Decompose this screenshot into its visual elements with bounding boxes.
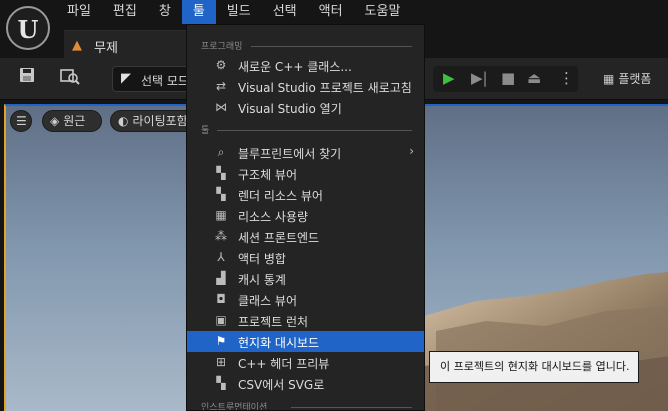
find-in-blueprint-icon: ⌕	[217, 145, 225, 159]
menu-item-new-cpp-class[interactable]: ⚙ 새로운 C++ 클래스...	[187, 55, 424, 76]
menu-item-merge-actors[interactable]: ⅄ 액터 병합	[187, 247, 424, 268]
cache-stats-icon: ▟	[216, 271, 226, 285]
menu-tools[interactable]: 툴	[181, 0, 216, 24]
section-programming: 프로그래밍	[187, 39, 424, 53]
menu-item-project-launcher[interactable]: ▣ 프로젝트 런처	[187, 310, 424, 331]
section-divider	[217, 130, 412, 131]
section-tools: 툴	[187, 123, 424, 137]
menu-item-class-viewer[interactable]: ◘ 클래스 뷰어	[187, 289, 424, 310]
tools-dropdown-menu: 프로그래밍 ⚙ 새로운 C++ 클래스... ⇄ Visual Studio 프…	[186, 24, 425, 411]
menu-item-refresh-vs-project[interactable]: ⇄ Visual Studio 프로젝트 새로고침	[187, 76, 424, 97]
menu-build[interactable]: 빌드	[216, 0, 262, 24]
lighting-pill[interactable]: ◐ 라이팅포함	[110, 110, 198, 132]
save-icon[interactable]	[16, 67, 38, 91]
mode-select-label: 선택 모드	[141, 74, 189, 88]
menu-bar: 파일 편집 창 툴 빌드 선택 액터 도움말	[56, 0, 411, 24]
menu-item-localization-dashboard[interactable]: ⚑ 현지화 대시보드	[187, 331, 424, 352]
menu-window[interactable]: 창	[148, 0, 182, 24]
menu-item-csv-to-svg[interactable]: ▚ CSV에서 SVG로	[187, 373, 424, 394]
menu-item-resource-usage[interactable]: ▦ 리소스 사용량	[187, 205, 424, 226]
play-icon[interactable]: ▶	[443, 69, 455, 87]
cube-icon: ◈	[50, 114, 60, 128]
refresh-project-icon: ⇄	[215, 79, 227, 93]
section-divider	[291, 407, 412, 408]
platforms-button[interactable]: ▦ 플랫폼	[603, 70, 651, 87]
platforms-label: 플랫폼	[618, 72, 652, 86]
hamburger-icon: ☰	[16, 114, 27, 128]
csv-to-svg-icon: ▚	[216, 376, 226, 390]
menu-item-open-visual-studio[interactable]: ⋈ Visual Studio 열기	[187, 97, 424, 118]
menu-item-render-resource-viewer[interactable]: ▚ 렌더 리소스 뷰어	[187, 184, 424, 205]
menu-file[interactable]: 파일	[56, 0, 102, 24]
header-preview-icon: ⊞	[215, 355, 227, 369]
menu-actor[interactable]: 액터	[308, 0, 354, 24]
session-frontend-icon: ⁂	[215, 229, 227, 243]
menu-item-session-frontend[interactable]: ⁂ 세션 프론트엔드	[187, 226, 424, 247]
project-launcher-icon: ▣	[215, 313, 227, 327]
select-mode-icon: ◤	[121, 71, 131, 86]
menu-edit[interactable]: 편집	[102, 0, 148, 24]
more-options-icon[interactable]: ⋮	[559, 69, 574, 87]
visual-studio-icon: ⋈	[215, 100, 227, 114]
localization-tooltip: 이 프로젝트의 현지화 대시보드를 엽니다.	[429, 351, 639, 383]
level-icon: ▲	[72, 38, 82, 53]
localization-flag-icon: ⚑	[215, 334, 227, 348]
step-icon[interactable]: ▶|	[471, 69, 488, 87]
stop-icon[interactable]: ■	[501, 69, 515, 87]
menu-item-cpp-header-preview[interactable]: ⊞ C++ 헤더 프리뷰	[187, 352, 424, 373]
perspective-pill[interactable]: ◈ 원근	[42, 110, 102, 132]
content-browser-icon[interactable]	[58, 67, 82, 91]
perspective-label: 원근	[63, 114, 86, 128]
lighting-icon: ◐	[118, 114, 129, 128]
class-viewer-icon: ◘	[216, 292, 226, 306]
add-cpp-class-icon: ⚙	[215, 58, 227, 72]
menu-item-cache-stats[interactable]: ▟ 캐시 통계	[187, 268, 424, 289]
document-tab[interactable]: ▲ 무제	[64, 30, 186, 58]
struct-viewer-icon: ▚	[216, 166, 226, 180]
menu-item-struct-viewer[interactable]: ▚ 구조체 뷰어	[187, 163, 424, 184]
menu-item-find-in-blueprints[interactable]: ⌕ 블루프린트에서 찾기 ›	[187, 142, 424, 163]
menu-select[interactable]: 선택	[262, 0, 308, 24]
resource-usage-icon: ▦	[215, 208, 227, 222]
lighting-label: 라이팅포함	[132, 114, 188, 128]
viewport-menu-button[interactable]: ☰	[10, 110, 32, 132]
render-resource-icon: ▚	[216, 187, 226, 201]
document-tab-label: 무제	[94, 41, 118, 56]
eject-icon[interactable]: ⏏	[527, 69, 541, 87]
section-instrumentation: 인스트루먼테이션	[187, 400, 424, 410]
platforms-icon: ▦	[603, 72, 615, 86]
section-divider	[251, 46, 412, 47]
unreal-logo-icon[interactable]: U	[6, 6, 50, 50]
merge-actors-icon: ⅄	[217, 250, 225, 264]
play-controls: ▶ ▶| ■ ⏏ ⋮	[433, 66, 578, 92]
submenu-chevron-right-icon: ›	[409, 144, 414, 158]
menu-help[interactable]: 도움말	[354, 0, 412, 24]
